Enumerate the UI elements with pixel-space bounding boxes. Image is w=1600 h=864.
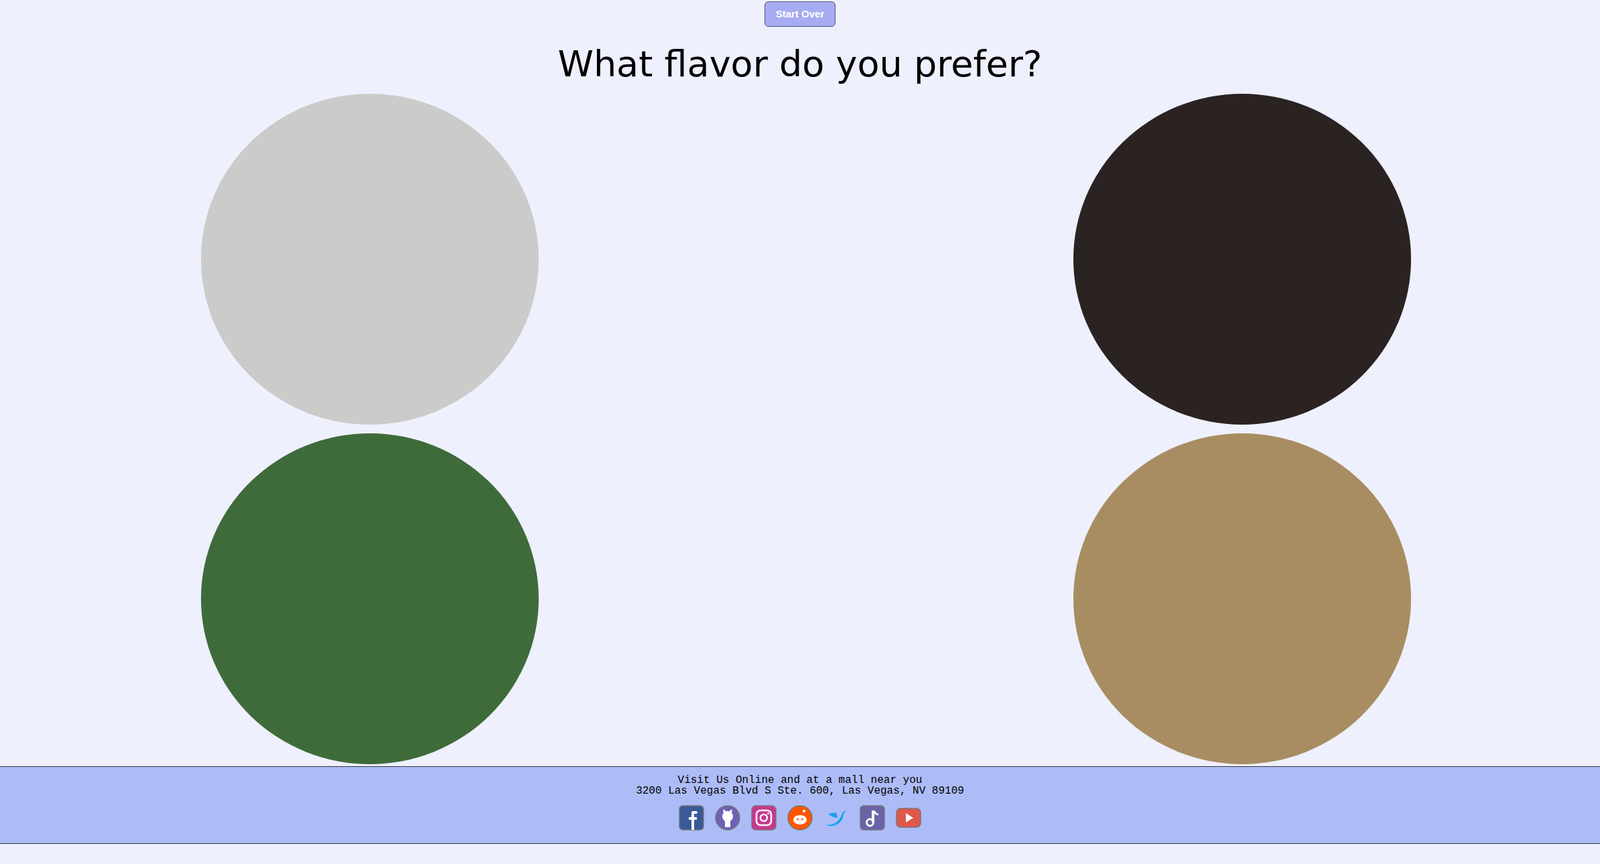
question-heading: What flavor do you prefer?	[0, 42, 1600, 86]
youtube-icon[interactable]	[895, 804, 922, 832]
flavor-option[interactable]	[1073, 93, 1412, 425]
footer-line: Visit Us Online and at a mall near you	[0, 775, 1600, 786]
github-icon[interactable]	[714, 804, 742, 832]
top-bar: Start Over	[0, 0, 1600, 27]
tiktok-icon[interactable]	[858, 804, 886, 832]
footer: Visit Us Online and at a mall near you32…	[0, 766, 1600, 845]
flavor-option[interactable]	[201, 93, 539, 425]
reddit-icon[interactable]	[786, 804, 814, 832]
facebook-icon[interactable]	[678, 804, 705, 832]
flavor-option[interactable]	[201, 433, 539, 765]
flavor-column	[1073, 93, 1412, 765]
instagram-icon[interactable]	[750, 804, 778, 832]
flavor-grid	[0, 93, 1600, 765]
footer-line: 3200 Las Vegas Blvd S Ste. 600, Las Vega…	[0, 785, 1600, 797]
twitter-icon[interactable]	[822, 804, 850, 832]
flavor-option[interactable]	[1073, 433, 1412, 765]
flavor-column	[201, 93, 539, 765]
social-links	[0, 804, 1600, 832]
start-over-button[interactable]: Start Over	[764, 1, 837, 27]
